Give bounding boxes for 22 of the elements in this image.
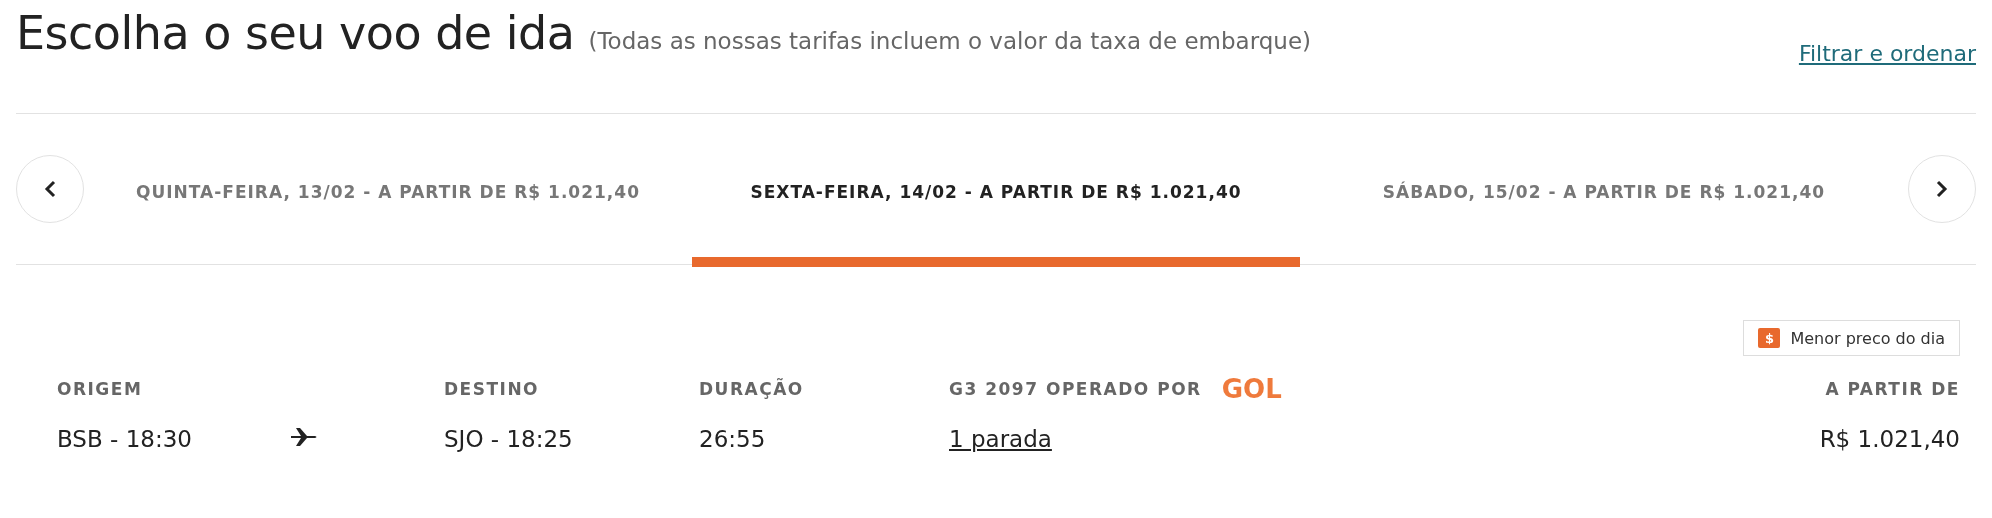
- badge-label: Menor preco do dia: [1790, 328, 1945, 348]
- page-title: Escolha o seu voo de ida: [16, 6, 575, 60]
- airplane-icon: [289, 427, 319, 447]
- stops-link[interactable]: 1 parada: [949, 426, 1052, 452]
- subtitle: (Todas as nossas tarifas incluem o valor da taxa de embarque): [588, 28, 1312, 54]
- chevron-right-icon: [1935, 180, 1949, 198]
- destination-value: SJO - 18:25: [444, 426, 574, 452]
- origin-value: BSB - 18:30: [57, 426, 193, 452]
- airline-logo: GOL: [1221, 374, 1282, 404]
- price-value: R$ 1.021,40: [1818, 426, 1960, 452]
- dollar-icon: $: [1758, 328, 1781, 348]
- price-label: A PARTIR DE: [1824, 379, 1960, 399]
- duration-value: 26:55: [699, 426, 767, 452]
- operator-label: G3 2097 OPERADO POR: [949, 379, 1202, 399]
- chevron-left-icon: [43, 180, 57, 198]
- date-tab[interactable]: SÁBADO, 15/02 - A PARTIR DE R$ 1.021,40: [1300, 117, 1908, 267]
- destination-label: DESTINO: [444, 379, 541, 399]
- date-tab[interactable]: QUINTA-FEIRA, 13/02 - A PARTIR DE R$ 1.021,40: [84, 117, 692, 267]
- date-tab[interactable]: SEXTA-FEIRA, 14/02 - A PARTIR DE R$ 1.021,40: [692, 117, 1300, 267]
- origin-label: ORIGEM: [57, 379, 144, 399]
- duration-label: DURAÇÃO: [699, 379, 805, 399]
- filter-link[interactable]: Filtrar e ordenar: [1798, 41, 1976, 66]
